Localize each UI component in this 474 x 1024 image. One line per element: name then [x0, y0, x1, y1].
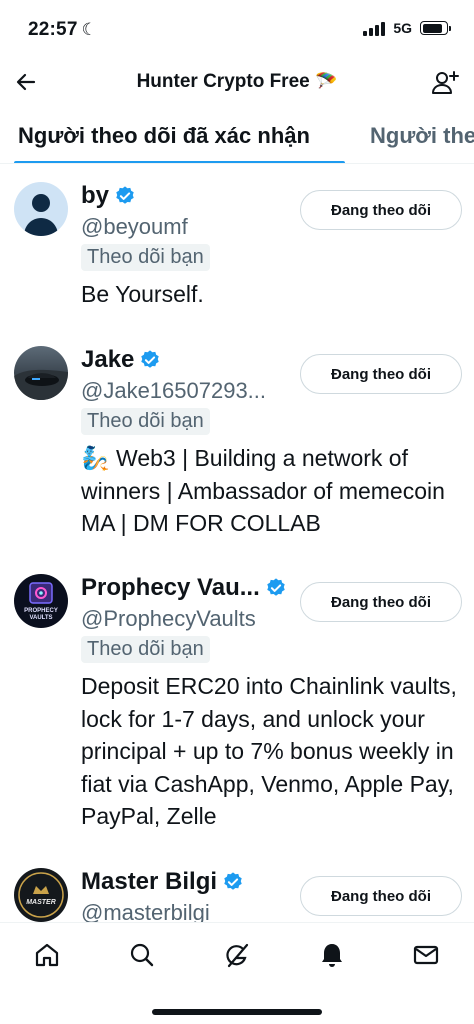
name-row: Prophecy Vau... [81, 574, 287, 602]
page-title: Hunter Crypto Free 🪂 [0, 71, 474, 93]
notifications-bell-icon [322, 944, 342, 967]
nav-search[interactable] [126, 939, 158, 971]
user-handle: @masterbilgi [81, 900, 210, 922]
user-handle: @ProphecyVaults [81, 606, 256, 631]
verified-badge-icon [267, 578, 285, 596]
status-bar: 22:57 ☾ 5G [0, 0, 474, 58]
nav-notifications[interactable] [316, 939, 348, 971]
user-handle: @Jake16507293... [81, 378, 267, 403]
list-item[interactable]: PROPHECY VAULTS Prophecy Vau... @Prophec… [0, 556, 474, 834]
clock-text: 22:57 [28, 19, 78, 40]
user-handle: @beyoumf [81, 214, 188, 239]
verified-badge-icon [224, 872, 242, 890]
avatar[interactable] [14, 346, 68, 400]
add-user-button[interactable] [430, 68, 460, 98]
messages-mail-icon [413, 945, 439, 965]
prophecy-vaults-logo-icon: PROPHECY VAULTS [14, 574, 68, 628]
list-item[interactable]: Jake @Jake16507293... Theo dõi bạn 🧞 Web… [0, 328, 474, 538]
parachute-emoji: 🪂 [315, 71, 338, 91]
master-bilgi-logo-text: MASTER [26, 899, 56, 906]
add-user-icon [432, 71, 459, 94]
battery-level [422, 23, 443, 33]
status-indicators: 5G [363, 20, 451, 36]
tab-followers[interactable]: Người the [370, 123, 474, 149]
user-bio: Deposit ERC20 into Chainlink vaults, loc… [81, 673, 457, 829]
follows-you-badge: Theo dõi bạn [81, 408, 210, 435]
status-time: 22:57 ☾ [28, 19, 97, 41]
following-button[interactable]: Đang theo dõi [300, 190, 462, 230]
default-avatar-icon [14, 182, 68, 236]
avatar[interactable]: MASTER [14, 868, 68, 922]
following-button[interactable]: Đang theo dõi [300, 354, 462, 394]
tab-verified-followers[interactable]: Người theo dõi đã xác nhận [18, 123, 310, 149]
nav-messages[interactable] [410, 939, 442, 971]
user-name[interactable]: Jake [81, 346, 134, 374]
user-name[interactable]: Master Bilgi [81, 868, 217, 896]
grok-icon [226, 943, 249, 968]
home-indicator[interactable] [152, 1009, 322, 1015]
name-row: Master Bilgi [81, 868, 244, 896]
search-icon [130, 943, 154, 967]
master-bilgi-logo-icon: MASTER [14, 868, 68, 922]
prophecy-vaults-logo-text-2: VAULTS [29, 615, 52, 621]
user-bio: Be Yourself. [81, 281, 204, 307]
following-button[interactable]: Đang theo dõi [300, 876, 462, 916]
user-list: by @beyoumf Theo dõi bạn Be Yourself. Đa… [0, 164, 474, 922]
name-row: Jake [81, 346, 161, 374]
follower-tabs: Người theo dõi đã xác nhận Người the [0, 110, 474, 164]
nav-home[interactable] [31, 939, 63, 971]
list-item[interactable]: MASTER Master Bilgi @masterbilgi Đang th… [0, 850, 474, 922]
verified-badge-icon [141, 350, 160, 368]
moon-icon: ☾ [81, 20, 98, 39]
home-icon [35, 943, 59, 967]
battery-icon [420, 21, 451, 35]
follows-you-badge: Theo dõi bạn [81, 244, 210, 271]
cellular-signal-icon [363, 20, 386, 36]
following-button[interactable]: Đang theo dõi [300, 582, 462, 622]
nav-grok[interactable] [221, 939, 253, 971]
car-photo-avatar-icon [14, 346, 68, 400]
user-name[interactable]: by [81, 182, 109, 210]
top-header: Hunter Crypto Free 🪂 [0, 58, 474, 110]
avatar[interactable]: PROPHECY VAULTS [14, 574, 68, 628]
verified-badge-icon [116, 186, 134, 204]
bottom-navigation [0, 922, 474, 1024]
page-title-text: Hunter Crypto Free [136, 71, 310, 92]
user-bio: 🧞 Web3 | Building a network of winners |… [81, 445, 445, 536]
avatar[interactable] [14, 182, 68, 236]
prophecy-vaults-logo-text: PROPHECY [24, 608, 58, 614]
user-name[interactable]: Prophecy Vau... [81, 574, 260, 602]
network-type: 5G [393, 20, 412, 36]
name-row: by [81, 182, 136, 210]
follows-you-badge: Theo dõi bạn [81, 636, 210, 663]
list-item[interactable]: by @beyoumf Theo dõi bạn Be Yourself. Đa… [0, 164, 474, 310]
